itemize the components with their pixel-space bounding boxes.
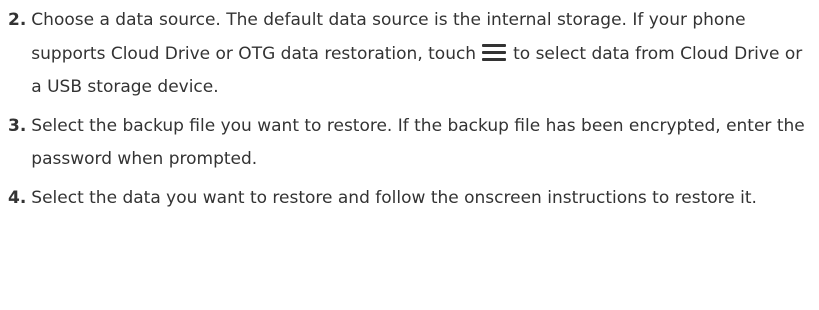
step-3: 3. Select the backup file you want to re… bbox=[8, 110, 819, 177]
instruction-page: 2. Choose a data source. The default dat… bbox=[0, 0, 819, 310]
step-text: Select the backup file you want to resto… bbox=[31, 115, 805, 170]
step-number: 2. bbox=[8, 10, 27, 30]
step-4: 4. Select the data you want to restore a… bbox=[8, 182, 819, 216]
menu-icon bbox=[482, 43, 507, 61]
step-text: Choose a data source. The default data s… bbox=[26, 4, 819, 105]
step-number: 4. bbox=[8, 187, 27, 208]
step-2: 2. Choose a data source. The default dat… bbox=[8, 4, 819, 105]
step-number: 3. bbox=[8, 115, 27, 136]
step-text: Select the data you want to restore and … bbox=[31, 187, 757, 208]
